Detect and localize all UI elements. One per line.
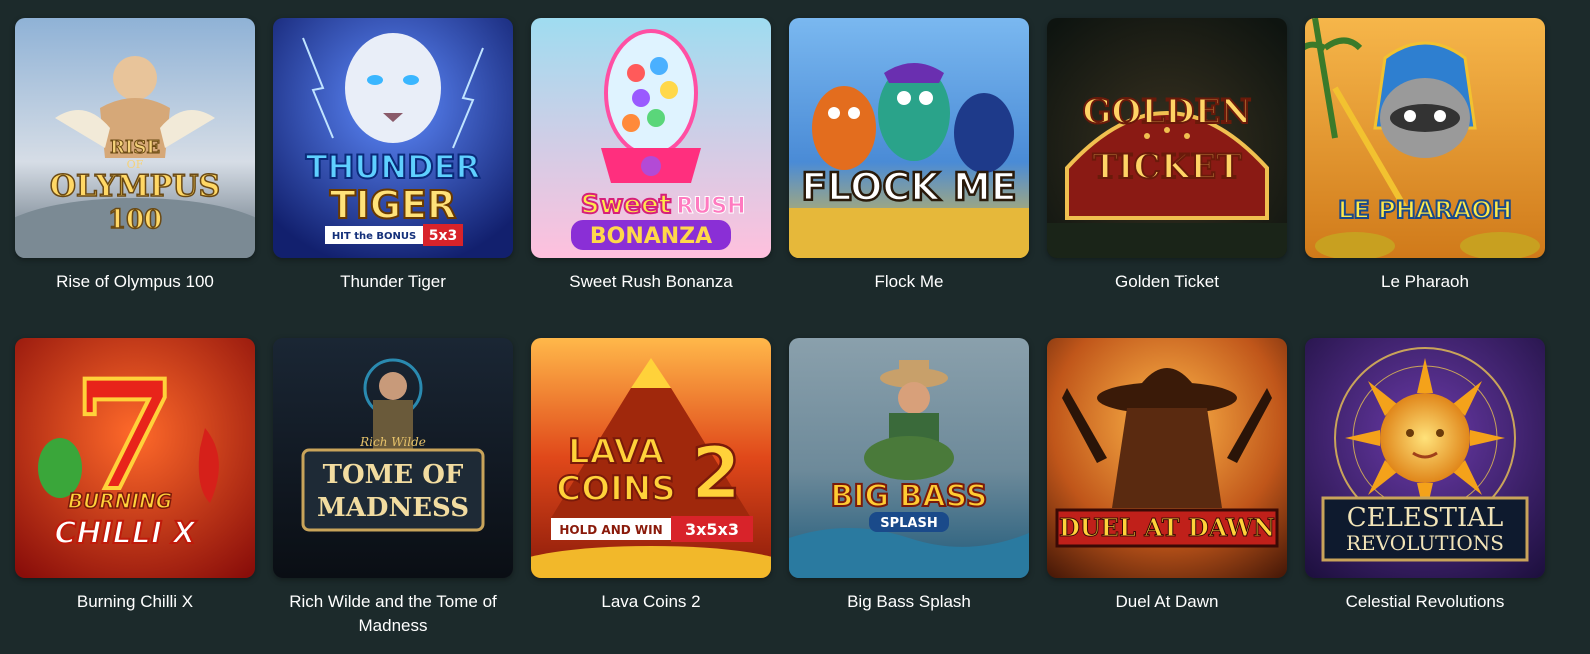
- game-art: LAVA COINS 2 HOLD AND WIN 3x5x3: [531, 338, 771, 578]
- game-art: CELESTIAL REVOLUTIONS: [1305, 338, 1545, 578]
- art-text: Sweet: [581, 190, 671, 220]
- game-thumbnail[interactable]: RISE OF OLYMPUS 100: [15, 18, 255, 258]
- game-thumbnail[interactable]: 7 BURNING CHILLI X: [15, 338, 255, 578]
- game-card-golden-ticket[interactable]: GOLDEN TICKET Golden Ticket: [1047, 18, 1287, 338]
- game-thumbnail[interactable]: DUEL AT DAWN: [1047, 338, 1287, 578]
- art-text: BURNING: [68, 489, 172, 513]
- art-text: RISE: [110, 137, 160, 158]
- game-title[interactable]: Big Bass Splash: [789, 590, 1029, 614]
- game-thumbnail[interactable]: Rich Wilde TOME OF MADNESS: [273, 338, 513, 578]
- game-thumbnail[interactable]: THUNDER TIGER HIT the BONUS 5x3: [273, 18, 513, 258]
- game-card-rich-wilde-tome-of-madness[interactable]: Rich Wilde TOME OF MADNESS Rich Wilde an…: [273, 338, 513, 648]
- art-text: 5x3: [429, 228, 458, 244]
- game-art: THUNDER TIGER HIT the BONUS 5x3: [273, 18, 513, 258]
- art-text: 2: [691, 431, 741, 515]
- art-text: OLYMPUS: [50, 169, 220, 204]
- game-card-burning-chilli-x[interactable]: 7 BURNING CHILLI X Burning Chilli X: [15, 338, 255, 648]
- art-text: MADNESS: [317, 493, 469, 523]
- game-title[interactable]: Duel At Dawn: [1047, 590, 1287, 614]
- game-title[interactable]: Sweet Rush Bonanza: [531, 270, 771, 294]
- game-art: RISE OF OLYMPUS 100: [15, 18, 255, 258]
- game-art: GOLDEN TICKET: [1047, 18, 1287, 258]
- game-card-duel-at-dawn[interactable]: DUEL AT DAWN Duel At Dawn: [1047, 338, 1287, 648]
- game-thumbnail[interactable]: BIG BASS SPLASH: [789, 338, 1029, 578]
- game-title[interactable]: Rise of Olympus 100: [15, 270, 255, 294]
- game-thumbnail[interactable]: GOLDEN TICKET: [1047, 18, 1287, 258]
- art-text: TOME OF: [323, 460, 464, 490]
- art-text: TICKET: [1092, 147, 1241, 187]
- game-art: BIG BASS SPLASH: [789, 338, 1029, 578]
- game-title[interactable]: Lava Coins 2: [531, 590, 771, 614]
- art-text: CHILLI X: [54, 516, 197, 551]
- game-thumbnail[interactable]: Sweet RUSH BONANZA: [531, 18, 771, 258]
- art-text: HIT the BONUS: [332, 231, 416, 242]
- game-art: LE PHARAOH: [1305, 18, 1545, 258]
- game-thumbnail[interactable]: LE PHARAOH: [1305, 18, 1545, 258]
- art-text: THUNDER: [306, 148, 480, 186]
- art-text: BIG BASS: [830, 479, 987, 514]
- game-thumbnail[interactable]: LAVA COINS 2 HOLD AND WIN 3x5x3: [531, 338, 771, 578]
- game-card-flock-me[interactable]: FLOCK ME Flock Me: [789, 18, 1029, 338]
- game-title[interactable]: Le Pharaoh: [1305, 270, 1545, 294]
- game-title[interactable]: Golden Ticket: [1047, 270, 1287, 294]
- game-title[interactable]: Thunder Tiger: [273, 270, 513, 294]
- art-text: COINS: [556, 469, 675, 509]
- game-art: Sweet RUSH BONANZA: [531, 18, 771, 258]
- art-text: 3x5x3: [685, 520, 739, 539]
- game-art: 7 BURNING CHILLI X: [15, 338, 255, 578]
- art-text: SPLASH: [880, 516, 937, 531]
- art-text: 100: [108, 205, 162, 235]
- game-grid: RISE OF OLYMPUS 100 Rise of Olympus 100: [15, 18, 1575, 648]
- game-title[interactable]: Celestial Revolutions: [1305, 590, 1545, 614]
- game-card-thunder-tiger[interactable]: THUNDER TIGER HIT the BONUS 5x3 Thunder …: [273, 18, 513, 338]
- game-card-le-pharaoh[interactable]: LE PHARAOH Le Pharaoh: [1305, 18, 1545, 338]
- game-thumbnail[interactable]: CELESTIAL REVOLUTIONS: [1305, 338, 1545, 578]
- game-thumbnail[interactable]: FLOCK ME: [789, 18, 1029, 258]
- art-text: LE PHARAOH: [1338, 196, 1512, 224]
- art-text: HOLD AND WIN: [559, 523, 662, 537]
- game-art: Rich Wilde TOME OF MADNESS: [273, 338, 513, 578]
- art-text: FLOCK ME: [801, 165, 1016, 209]
- art-text: TIGER: [330, 183, 456, 227]
- art-text: DUEL AT DAWN: [1059, 513, 1275, 542]
- game-card-big-bass-splash[interactable]: BIG BASS SPLASH Big Bass Splash: [789, 338, 1029, 648]
- game-title[interactable]: Flock Me: [789, 270, 1029, 294]
- game-art: FLOCK ME: [789, 18, 1029, 258]
- art-text: CELESTIAL: [1347, 503, 1504, 533]
- game-title[interactable]: Burning Chilli X: [15, 590, 255, 614]
- game-card-sweet-rush-bonanza[interactable]: Sweet RUSH BONANZA Sweet Rush Bonanza: [531, 18, 771, 338]
- art-text: LAVA: [568, 432, 665, 472]
- game-card-celestial-revolutions[interactable]: CELESTIAL REVOLUTIONS Celestial Revoluti…: [1305, 338, 1545, 648]
- game-card-rise-of-olympus-100[interactable]: RISE OF OLYMPUS 100 Rise of Olympus 100: [15, 18, 255, 338]
- game-art: DUEL AT DAWN: [1047, 338, 1287, 578]
- art-text: Rich Wilde: [359, 435, 426, 449]
- art-text: RUSH: [676, 194, 745, 219]
- art-text: BONANZA: [590, 224, 712, 249]
- game-title[interactable]: Rich Wilde and the Tome of Madness: [273, 590, 513, 638]
- game-card-lava-coins-2[interactable]: LAVA COINS 2 HOLD AND WIN 3x5x3 Lava Coi…: [531, 338, 771, 648]
- art-text: GOLDEN: [1082, 92, 1251, 132]
- art-text: REVOLUTIONS: [1346, 531, 1504, 555]
